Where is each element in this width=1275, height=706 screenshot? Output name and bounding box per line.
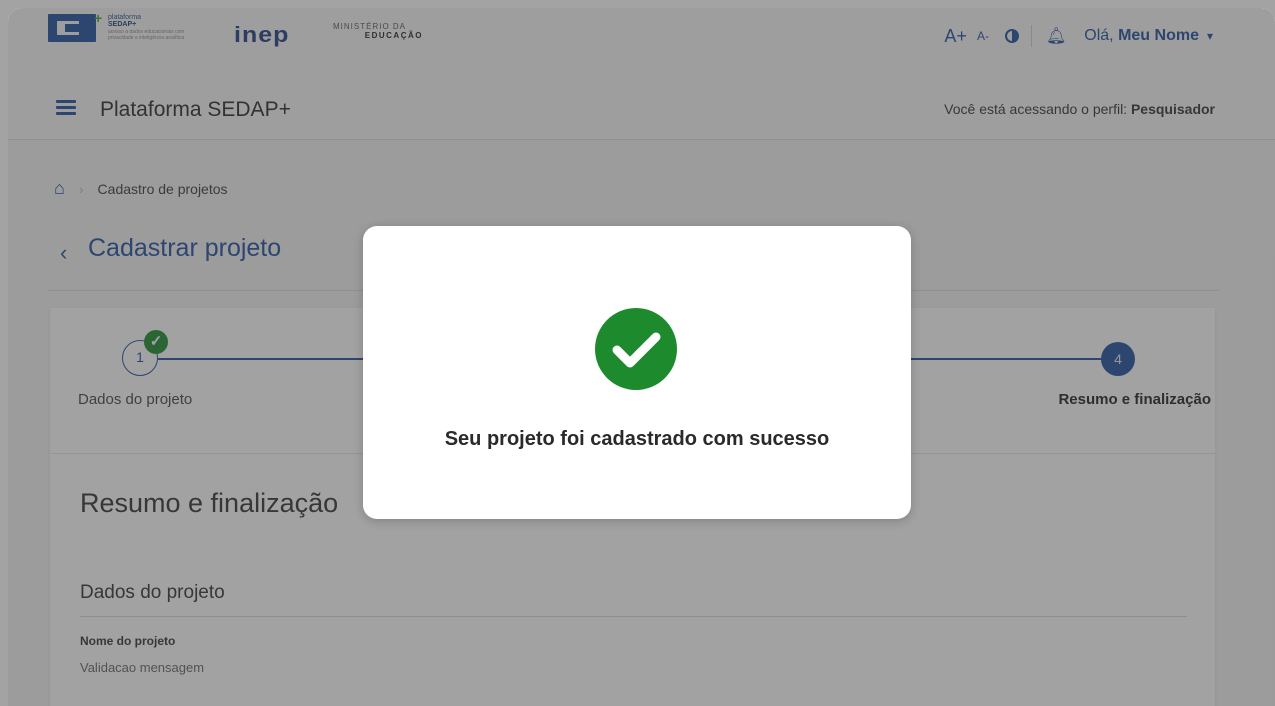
- success-message: Seu projeto foi cadastrado com sucesso: [444, 428, 830, 450]
- check-circle-icon: [595, 308, 677, 390]
- success-modal: Seu projeto foi cadastrado com sucesso: [363, 226, 911, 519]
- page: + plataforma SEDAP+ acesso a dados educa…: [8, 8, 1275, 706]
- browser-frame: + plataforma SEDAP+ acesso a dados educa…: [8, 8, 1275, 706]
